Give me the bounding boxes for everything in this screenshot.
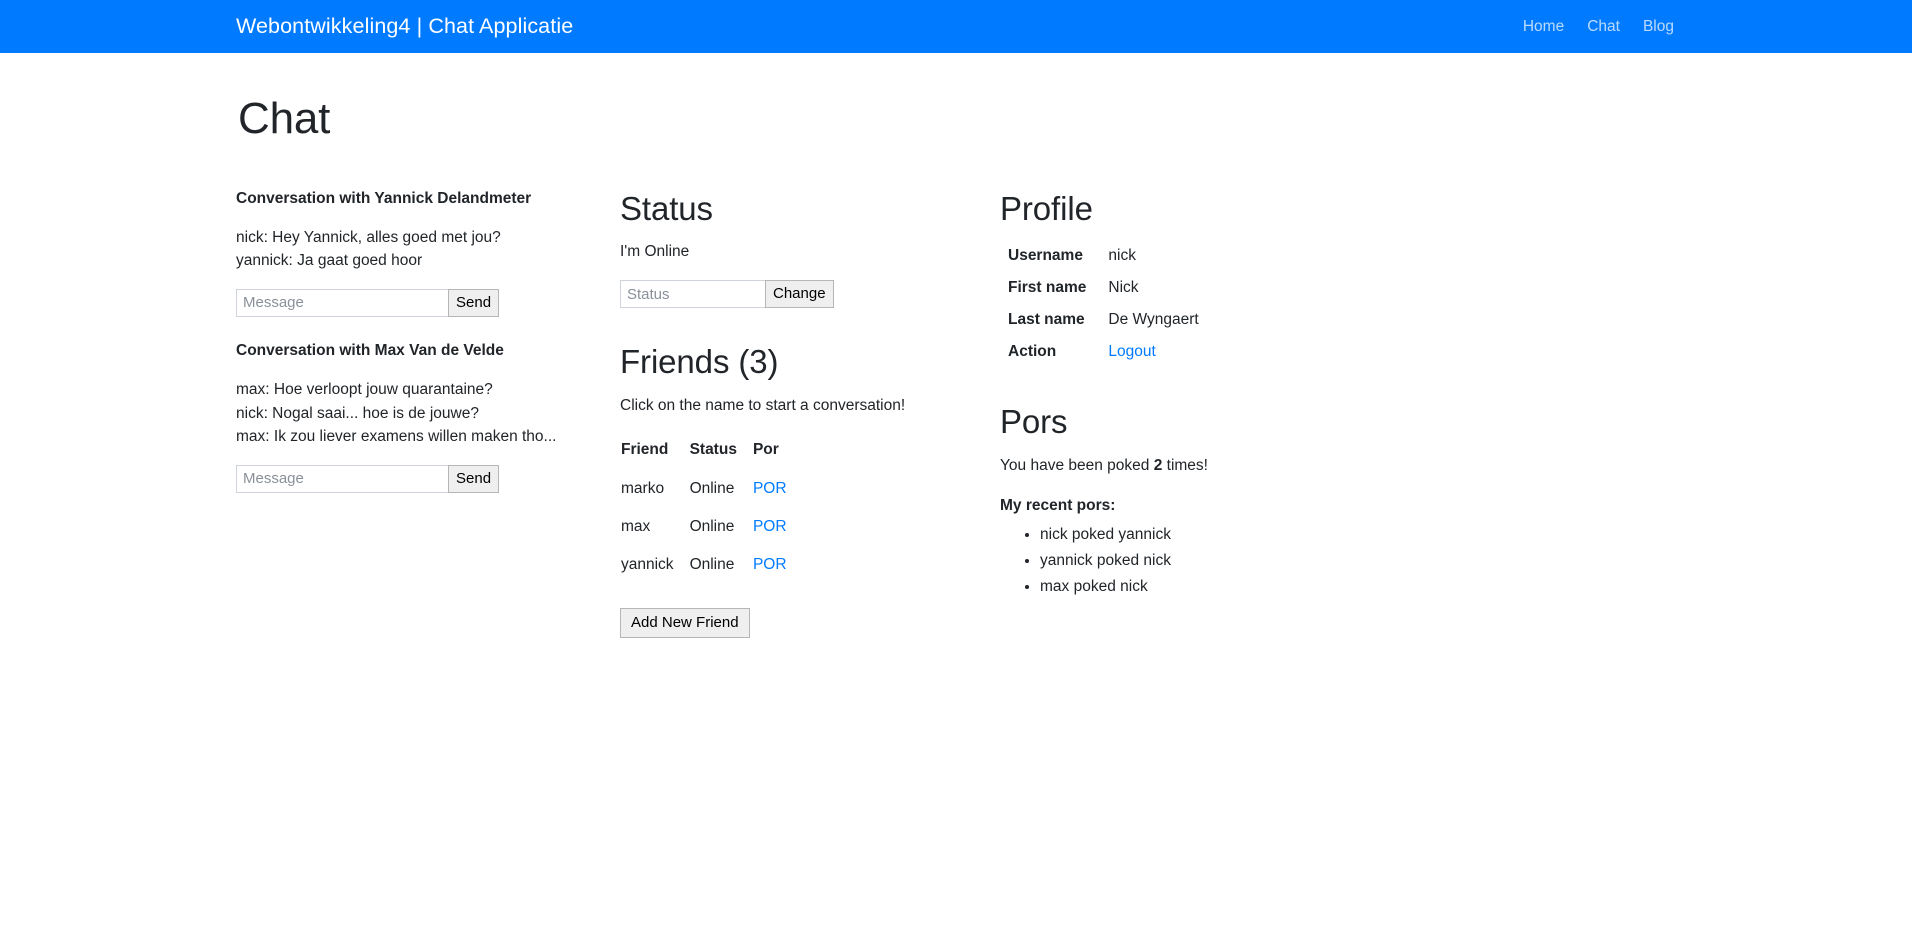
main-row: Conversation with Yannick Delandmeter ni…	[236, 189, 1676, 639]
add-new-friend-button[interactable]: Add New Friend	[620, 608, 750, 639]
chat-message: max: Hoe verloopt jouw quarantaine?	[236, 380, 493, 398]
table-row: yannick Online POR	[621, 548, 803, 586]
message-input-group: Send	[236, 464, 500, 493]
conversation-title: Conversation with Max Van de Velde	[236, 341, 504, 359]
friends-hint: Click on the name to start a conversatio…	[620, 397, 906, 415]
send-button[interactable]: Send	[448, 464, 500, 493]
logout-link[interactable]: Logout	[1108, 343, 1155, 360]
recent-pors-heading: My recent pors:	[1000, 497, 1116, 515]
profile-action-cell: Logout	[1108, 336, 1198, 368]
friend-name[interactable]: yannick	[621, 548, 690, 586]
list-item: max poked nick	[1040, 575, 1420, 599]
friend-name[interactable]: marko	[621, 472, 690, 510]
conversation-max: Conversation with Max Van de Velde max: …	[236, 341, 604, 493]
table-row: Last name De Wyngaert	[1008, 304, 1199, 336]
friends-table: Friend Status Por marko Online POR max O…	[621, 435, 803, 586]
friend-por-cell: POR	[753, 472, 803, 510]
por-link[interactable]: POR	[753, 480, 787, 497]
pors-heading: Pors	[1000, 403, 1068, 441]
recent-pors-list: nick poked yannick yannick poked nick ma…	[1000, 523, 1420, 599]
profile-heading: Profile	[1000, 189, 1093, 227]
nav-link-blog[interactable]: Blog	[1643, 19, 1674, 35]
profile-value-first-name: Nick	[1108, 279, 1139, 297]
table-row: marko Online POR	[621, 472, 803, 510]
friends-heading: Friends (3)	[620, 343, 779, 381]
status-heading: Status	[620, 189, 713, 227]
profile-label-action: Action	[1008, 343, 1057, 361]
conversations-column: Conversation with Yannick Delandmeter ni…	[236, 189, 620, 517]
friend-status: Online	[689, 556, 735, 574]
nav-link-home[interactable]: Home	[1523, 19, 1564, 35]
navbar-links: Home Chat Blog	[1523, 19, 1676, 35]
list-item: yannick poked nick	[1040, 549, 1420, 573]
friend-status: Online	[689, 480, 735, 498]
por-link[interactable]: POR	[753, 518, 787, 535]
status-input[interactable]	[620, 280, 766, 309]
profile-label-first-name: First name	[1008, 279, 1087, 297]
chat-message: yannick: Ja gaat goed hoor	[236, 252, 423, 270]
conversation-messages: nick: Hey Yannick, alles goed met jou? y…	[236, 226, 604, 273]
table-row: Username nick	[1008, 240, 1199, 272]
nav-link-chat[interactable]: Chat	[1587, 19, 1620, 35]
chat-message: nick: Nogal saai... hoe is de jouwe?	[236, 404, 479, 422]
profile-value-username: nick	[1108, 247, 1136, 265]
table-row: max Online POR	[621, 510, 803, 548]
message-input[interactable]	[236, 288, 449, 317]
message-input[interactable]	[236, 464, 449, 493]
conversation-title: Conversation with Yannick Delandmeter	[236, 189, 532, 207]
friends-table-header-row: Friend Status Por	[621, 435, 803, 472]
chat-message: nick: Hey Yannick, alles goed met jou?	[236, 228, 501, 246]
profile-value-last-name: De Wyngaert	[1108, 311, 1199, 329]
table-row: First name Nick	[1008, 272, 1199, 304]
table-row: Action Logout	[1008, 336, 1199, 368]
pors-count-prefix: You have been poked	[1000, 456, 1154, 474]
status-friends-column: Status I'm Online Change Friends (3) Cli…	[620, 189, 1000, 639]
conversation-messages: max: Hoe verloopt jouw quarantaine? nick…	[236, 378, 604, 449]
profile-pors-column: Profile Username nick First name Nick La…	[1000, 189, 1420, 601]
friend-status: Online	[689, 518, 735, 536]
status-input-group: Change	[620, 280, 834, 309]
status-current-value: I'm Online	[620, 243, 690, 261]
profile-label-username: Username	[1008, 247, 1083, 265]
list-item: nick poked yannick	[1040, 523, 1420, 547]
message-input-group: Send	[236, 288, 500, 317]
por-link[interactable]: POR	[753, 556, 787, 573]
page-title: Chat	[238, 94, 331, 143]
profile-table: Username nick First name Nick Last name …	[1008, 240, 1199, 368]
chat-message: max: Ik zou liever examens willen maken …	[236, 428, 557, 446]
pors-count-suffix: times!	[1162, 456, 1208, 474]
navbar-brand[interactable]: Webontwikkeling4 | Chat Applicatie	[236, 15, 573, 38]
profile-label-last-name: Last name	[1008, 311, 1085, 329]
pors-count-text: You have been poked 2 times!	[1000, 454, 1420, 477]
friend-por-cell: POR	[753, 510, 803, 548]
page-container: Chat Conversation with Yannick Delandmet…	[236, 94, 1676, 639]
add-friend-wrapper: Add New Friend	[620, 608, 1000, 639]
send-button[interactable]: Send	[448, 288, 500, 317]
top-navbar: Webontwikkeling4 | Chat Applicatie Home …	[0, 0, 1912, 53]
friends-col-friend: Friend	[621, 441, 669, 459]
change-status-button[interactable]: Change	[765, 280, 834, 309]
conversation-yannick: Conversation with Yannick Delandmeter ni…	[236, 189, 604, 317]
friends-col-por: Por	[752, 441, 779, 459]
friends-col-status: Status	[689, 441, 737, 459]
friend-name[interactable]: max	[621, 510, 690, 548]
friend-por-cell: POR	[753, 548, 803, 586]
